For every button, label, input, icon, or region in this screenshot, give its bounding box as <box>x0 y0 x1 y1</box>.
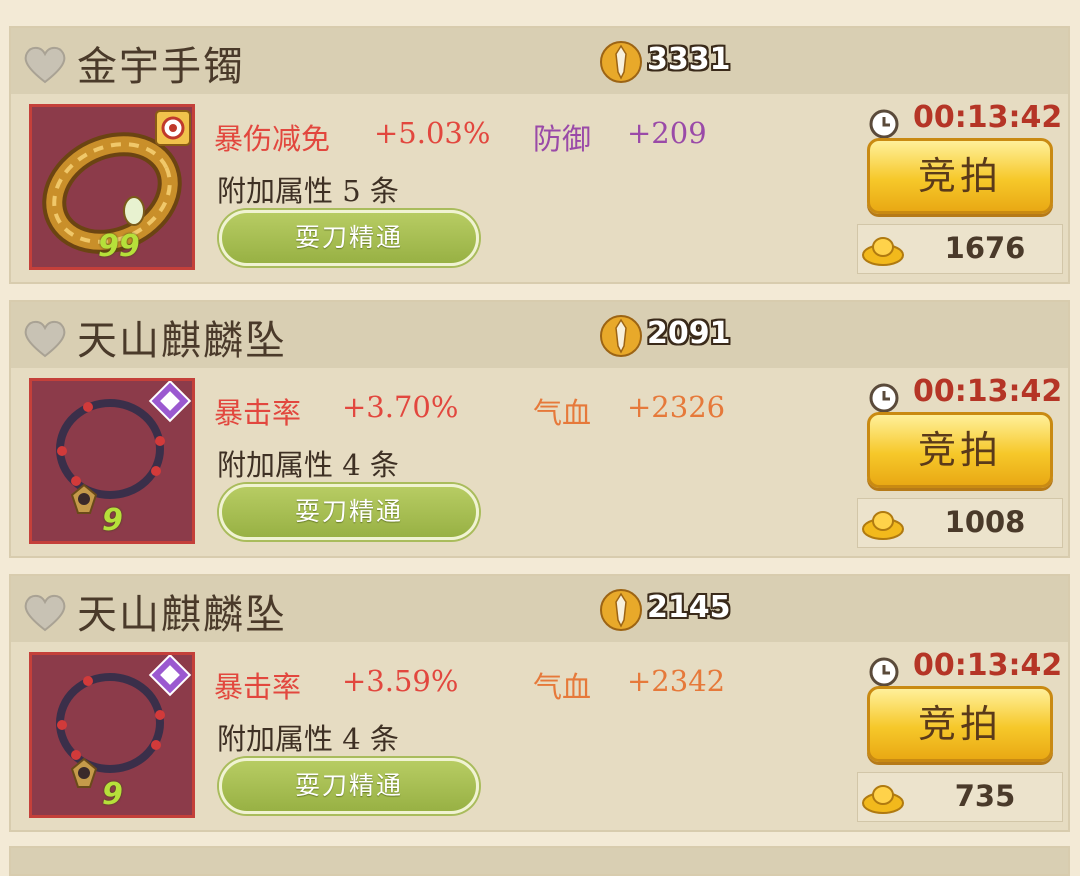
extra-attributes: 附加属性 5 条 <box>217 174 399 208</box>
auction-card: 天山麒麟坠 2091 9 暴击率 +3.70% 气血 +2326 附加属性 4 … <box>9 300 1070 558</box>
stat1-value: +3.59% <box>342 664 459 698</box>
card-body: 9 暴击率 +3.59% 气血 +2342 附加属性 4 条 耍刀精通 00:1… <box>11 642 1068 830</box>
item-icon-bracelet[interactable]: 99 <box>29 104 195 270</box>
stat2-name: 防御 <box>533 122 592 156</box>
card-body: 99 暴伤减免 +5.03% 防御 +209 附加属性 5 条 耍刀精通 00:… <box>11 94 1068 282</box>
score-value: 2091 <box>647 316 731 351</box>
item-name: 天山麒麟坠 <box>77 318 287 364</box>
item-level: 99 <box>98 229 140 264</box>
stat1-value: +3.70% <box>342 390 459 424</box>
price-box: 1008 <box>857 498 1063 548</box>
gold-ingot-icon <box>862 511 904 540</box>
bid-button[interactable]: 竞拍 <box>867 138 1053 214</box>
stat2-name: 气血 <box>533 670 592 704</box>
extra-attributes: 附加属性 4 条 <box>217 722 399 756</box>
favorite-heart-icon[interactable] <box>23 318 67 358</box>
gold-ingot-icon <box>862 785 904 814</box>
stat1-value: +5.03% <box>374 116 491 150</box>
card-header: 金宇手镯 3331 <box>11 28 1068 94</box>
stat2-value: +209 <box>627 116 707 150</box>
item-name: 金宇手镯 <box>77 44 245 90</box>
card-body: 9 暴击率 +3.70% 气血 +2326 附加属性 4 条 耍刀精通 00:1… <box>11 368 1068 556</box>
bid-button[interactable]: 竞拍 <box>867 686 1053 762</box>
clock-icon <box>869 109 899 139</box>
item-name: 天山麒麟坠 <box>77 592 287 638</box>
skill-button[interactable]: 耍刀精通 <box>219 484 479 540</box>
countdown-timer: 00:13:42 <box>913 648 1063 683</box>
card-header: 天山麒麟坠 2145 <box>11 576 1068 642</box>
stat2-value: +2342 <box>627 664 726 698</box>
stat1-name: 暴伤减免 <box>214 122 331 156</box>
skill-button[interactable]: 耍刀精通 <box>219 210 479 266</box>
price-value: 1676 <box>944 231 1026 265</box>
clock-icon <box>869 657 899 687</box>
sword-score-icon <box>600 589 642 631</box>
next-card-peek <box>9 846 1070 876</box>
extra-attributes: 附加属性 4 条 <box>217 448 399 482</box>
countdown-timer: 00:13:42 <box>913 100 1063 135</box>
auction-card: 金宇手镯 3331 99 暴伤减免 +5.03% 防御 +209 附加属性 5 … <box>9 26 1070 284</box>
sword-score-icon <box>600 41 642 83</box>
stat2-value: +2326 <box>627 390 726 424</box>
sword-score-icon <box>600 315 642 357</box>
item-icon-pendant[interactable]: 9 <box>29 652 195 818</box>
card-header: 天山麒麟坠 2091 <box>11 302 1068 368</box>
skill-button[interactable]: 耍刀精通 <box>219 758 479 814</box>
price-value: 1008 <box>944 505 1026 539</box>
gold-ingot-icon <box>862 237 904 266</box>
item-level: 9 <box>102 503 123 538</box>
favorite-heart-icon[interactable] <box>23 592 67 632</box>
bid-button[interactable]: 竞拍 <box>867 412 1053 488</box>
auction-card: 天山麒麟坠 2145 9 暴击率 +3.59% 气血 +2342 附加属性 4 … <box>9 574 1070 832</box>
score-value: 3331 <box>647 42 731 77</box>
favorite-heart-icon[interactable] <box>23 44 67 84</box>
stat2-name: 气血 <box>533 396 592 430</box>
clock-icon <box>869 383 899 413</box>
price-box: 1676 <box>857 224 1063 274</box>
price-box: 735 <box>857 772 1063 822</box>
item-icon-pendant[interactable]: 9 <box>29 378 195 544</box>
stat1-name: 暴击率 <box>214 396 302 430</box>
price-value: 735 <box>954 779 1016 813</box>
stat1-name: 暴击率 <box>214 670 302 704</box>
countdown-timer: 00:13:42 <box>913 374 1063 409</box>
item-level: 9 <box>102 777 123 812</box>
score-value: 2145 <box>647 590 731 625</box>
